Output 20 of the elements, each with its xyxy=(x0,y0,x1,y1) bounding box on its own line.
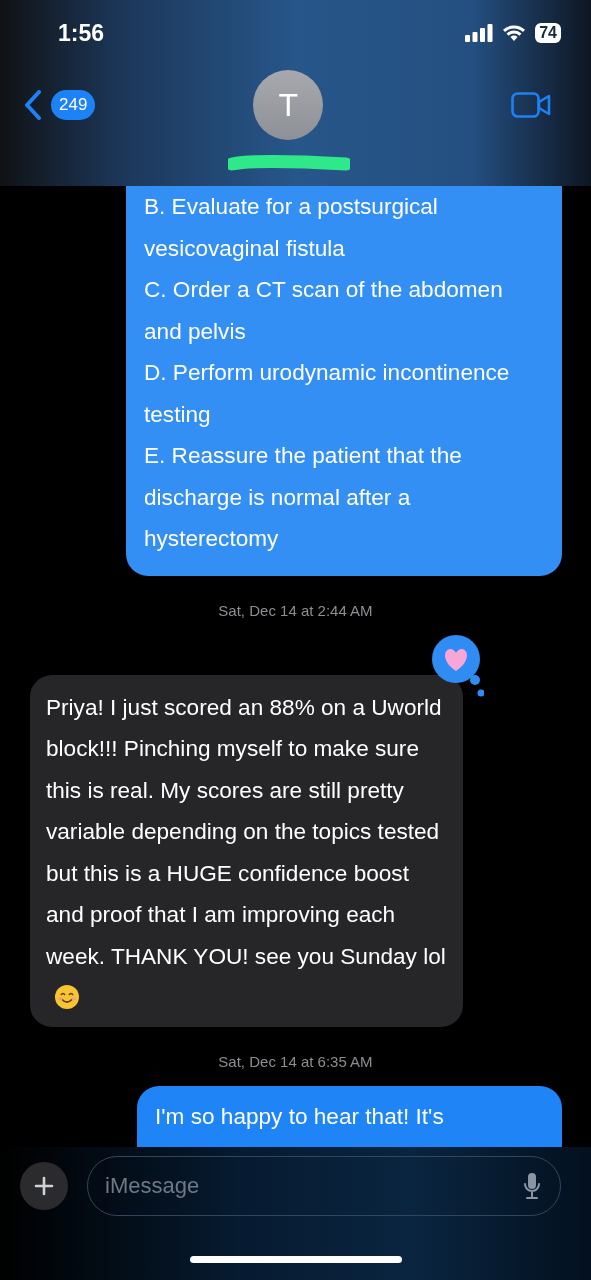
contact-avatar[interactable]: T xyxy=(253,70,324,140)
message-text: D. Perform urodynamic incontinence testing xyxy=(144,359,511,429)
status-time: 1:56 xyxy=(58,19,105,47)
microphone-icon[interactable] xyxy=(523,1172,541,1200)
signal-icon xyxy=(465,24,494,42)
message-text: E. Reassure the patient that the discharge is normal after a hysterectomy xyxy=(144,442,463,553)
message-input-field[interactable]: iMessage xyxy=(87,1156,561,1216)
back-chevron-icon[interactable] xyxy=(24,90,42,120)
message-timestamp: Sat, Dec 14 at 2:44 AM xyxy=(217,600,374,621)
unread-count-badge[interactable]: 249 xyxy=(51,90,96,120)
add-button[interactable] xyxy=(20,1162,68,1210)
plus-icon xyxy=(34,1176,54,1196)
video-call-icon[interactable] xyxy=(511,92,551,118)
message-text: B. Evaluate for a postsurgical vesicovaginal fistula xyxy=(144,193,439,263)
message-text: I'm so happy to hear that! It's xyxy=(155,1102,445,1131)
battery-indicator: 74 xyxy=(535,23,561,43)
message-timestamp: Sat, Dec 14 at 6:35 AM xyxy=(217,1051,374,1072)
message-text: C. Order a CT scan of the abdomen and pelvis xyxy=(144,276,504,346)
wifi-icon xyxy=(502,24,527,42)
message-text: Priya! I just scored an 88% on a Uworld block!!! Pinching myself to make sure this is real. My scores are still pretty variable depending on the topics tested but this is a HUGE confidence boost and proof that I am improving each week. THANK YOU! see you Sunday lol xyxy=(46,686,446,1019)
